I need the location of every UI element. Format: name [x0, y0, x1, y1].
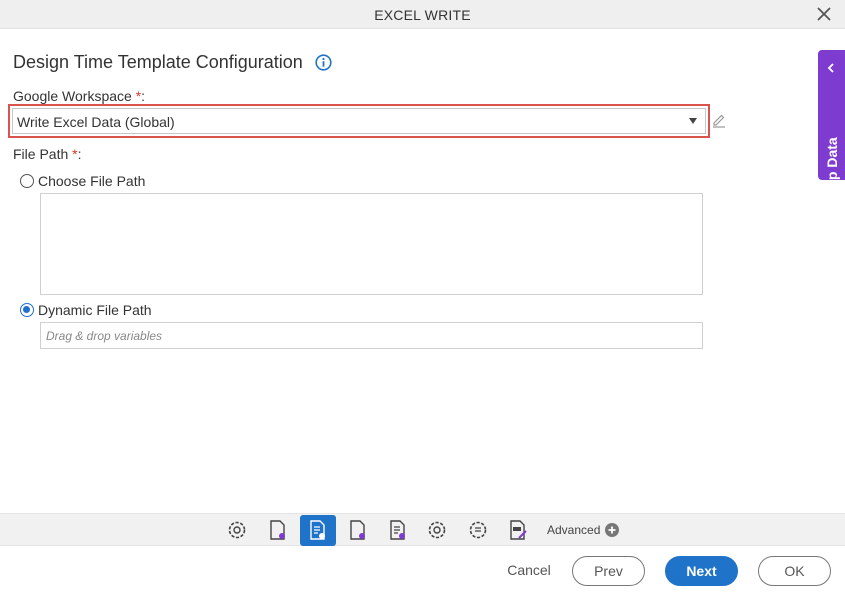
workspace-select-value: Write Excel Data (Global)	[17, 114, 175, 130]
workspace-select[interactable]: Write Excel Data (Global)	[12, 108, 706, 134]
gear-icon[interactable]	[225, 518, 249, 542]
dynamic-file-path-input[interactable]: Drag & drop variables	[40, 322, 703, 349]
xls-edit-icon[interactable]	[506, 518, 530, 542]
choose-file-path-box[interactable]	[40, 193, 703, 295]
document-settings-icon[interactable]	[266, 518, 290, 542]
plus-circle-icon[interactable]	[605, 523, 619, 537]
chevron-down-icon[interactable]	[689, 118, 697, 124]
chevron-left-icon[interactable]	[826, 63, 836, 73]
next-button[interactable]: Next	[665, 556, 738, 586]
file-path-label: File Path *:	[13, 146, 82, 162]
ok-button[interactable]: OK	[758, 556, 831, 586]
advanced-label[interactable]: Advanced	[547, 523, 600, 537]
pencil-icon[interactable]	[711, 112, 727, 128]
radio-label: Dynamic File Path	[38, 302, 152, 318]
document-list-settings-icon[interactable]	[300, 515, 336, 546]
document-gear-icon[interactable]	[346, 518, 370, 542]
close-icon[interactable]	[815, 5, 833, 23]
app-data-tab[interactable]: App Data	[818, 50, 845, 199]
gear-list-icon[interactable]	[466, 518, 490, 542]
cancel-button[interactable]: Cancel	[500, 556, 558, 586]
radio-button[interactable]	[20, 303, 34, 317]
document-lines-gear-icon[interactable]	[386, 518, 410, 542]
input-placeholder: Drag & drop variables	[46, 329, 163, 343]
settings-gear-icon[interactable]	[425, 518, 449, 542]
step-toolbar: Advanced	[0, 513, 845, 546]
info-icon[interactable]	[315, 54, 332, 71]
workspace-label: Google Workspace *:	[13, 88, 146, 104]
window-title: EXCEL WRITE	[374, 7, 471, 23]
radio-button[interactable]	[20, 174, 34, 188]
radio-label: Choose File Path	[38, 173, 146, 189]
title-bar: EXCEL WRITE	[0, 0, 845, 29]
prev-button[interactable]: Prev	[572, 556, 645, 586]
page-title: Design Time Template Configuration	[13, 52, 303, 72]
